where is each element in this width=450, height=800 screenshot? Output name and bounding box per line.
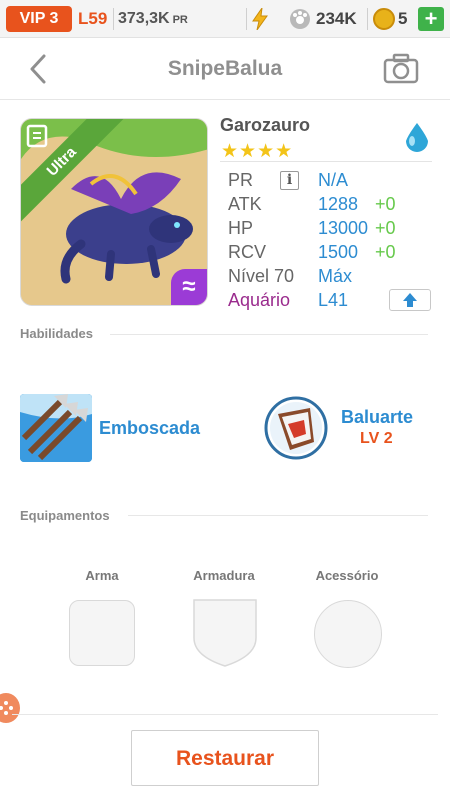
star-icon: ★: [257, 141, 276, 162]
divider: [246, 8, 247, 30]
accessory-slot[interactable]: [314, 600, 382, 668]
section-title-skills: Habilidades: [20, 326, 93, 341]
stat-row-aquario: Aquário L41: [228, 288, 438, 312]
arrow-up-icon: [403, 293, 417, 307]
camera-icon[interactable]: [383, 52, 419, 84]
stat-bonus: +0: [375, 194, 396, 214]
lightning-icon[interactable]: [251, 8, 269, 30]
stat-row-rcv: RCV 1500 +0: [228, 240, 438, 264]
stat-bonus: +0: [375, 218, 396, 238]
food-count: 234K: [316, 9, 357, 28]
stat-row-pr: PR i N/A: [228, 168, 438, 192]
divider: [220, 161, 432, 162]
info-button[interactable]: i: [280, 171, 299, 190]
section-title-equipment: Equipamentos: [20, 508, 110, 523]
upgrade-button[interactable]: [389, 289, 431, 311]
vip-badge[interactable]: VIP 3: [6, 6, 72, 32]
divider: [128, 515, 428, 516]
stat-value: N/A: [318, 170, 349, 190]
shield-icon[interactable]: [264, 396, 328, 460]
gem-count: 5: [398, 9, 408, 28]
arrows-icon[interactable]: [20, 394, 92, 462]
equip-label-armor: Armadura: [193, 568, 255, 583]
stat-value: L41: [318, 290, 349, 310]
floating-menu-button[interactable]: [0, 693, 20, 723]
stat-value: Máx: [318, 266, 353, 286]
stat-label: Aquário: [228, 290, 291, 310]
star-icon: ★: [221, 141, 240, 162]
skill-name[interactable]: Baluarte: [341, 407, 413, 428]
divider: [12, 714, 438, 715]
status-bar: VIP 3 L59 373,3K PR 234K 5 +: [0, 0, 450, 38]
divider: [367, 8, 368, 30]
stat-label: Nível 70: [228, 266, 295, 286]
divider: [113, 8, 114, 30]
add-currency-button[interactable]: +: [418, 7, 444, 31]
star-icon: ★: [239, 141, 258, 162]
stat-label: HP: [228, 218, 254, 238]
power-rating: 373,3K PR: [118, 10, 188, 27]
stat-label: ATK: [228, 194, 262, 214]
skill-level: LV 2: [360, 430, 393, 447]
header: SnipeBalua: [0, 38, 450, 100]
food-icon[interactable]: [290, 9, 310, 29]
divider: [110, 334, 428, 335]
gold-coin-icon[interactable]: [373, 8, 395, 30]
equip-label-accessory: Acessório: [315, 568, 379, 583]
star-icon: ★: [275, 141, 294, 162]
stat-label: PR: [228, 170, 254, 190]
stat-label: RCV: [228, 242, 267, 262]
stat-value: 1288: [318, 194, 359, 214]
equip-label-weapon: Arma: [85, 568, 119, 583]
water-drop-icon: [406, 123, 428, 152]
skill-name[interactable]: Emboscada: [99, 418, 200, 439]
weapon-slot[interactable]: [69, 600, 135, 666]
monster-portrait[interactable]: Ultra ≈: [20, 118, 208, 306]
monster-name: Garozauro: [220, 115, 311, 135]
stat-row-hp: HP 13000 +0: [228, 216, 438, 240]
stat-row-atk: ATK 1288 +0: [228, 192, 438, 216]
book-icon: [26, 124, 48, 148]
stat-bonus: +0: [375, 242, 396, 262]
stat-row-level: Nível 70 Máx: [228, 264, 438, 288]
armor-slot[interactable]: [192, 598, 258, 668]
restore-button[interactable]: Restaurar: [131, 730, 319, 786]
stats-panel: PR i N/A ATK 1288 +0 HP 13000 +0 RCV 150…: [228, 168, 438, 312]
stat-value: 13000: [318, 218, 369, 238]
water-waves-icon: ≈: [171, 269, 207, 305]
stat-value: 1500: [318, 242, 359, 262]
player-level: L59: [78, 9, 108, 28]
star-rating: ★★★★: [221, 140, 293, 163]
